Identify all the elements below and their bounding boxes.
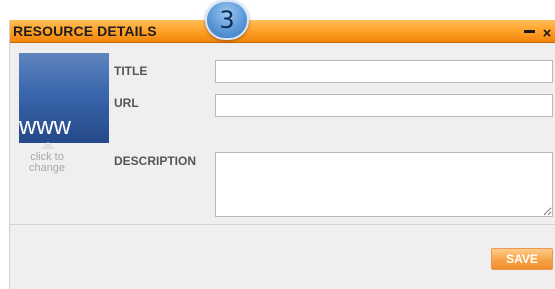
title-label: TITLE bbox=[114, 64, 148, 78]
resource-thumbnail[interactable]: www bbox=[19, 53, 109, 143]
footer-divider bbox=[10, 224, 555, 225]
caret-up-icon bbox=[41, 142, 55, 149]
save-button[interactable]: SAVE bbox=[491, 248, 553, 270]
url-input[interactable] bbox=[215, 94, 553, 117]
description-label: DESCRIPTION bbox=[114, 154, 197, 168]
description-textarea[interactable] bbox=[215, 152, 553, 217]
window-titlebar[interactable]: RESOURCE DETAILS × bbox=[10, 20, 555, 43]
window-title: RESOURCE DETAILS bbox=[13, 23, 157, 39]
window-controls: × bbox=[523, 22, 553, 43]
click-to-change-link[interactable]: click to change bbox=[27, 152, 67, 174]
url-label: URL bbox=[114, 96, 139, 110]
thumbnail-www-text: www bbox=[19, 113, 71, 140]
minimize-icon[interactable] bbox=[523, 22, 537, 38]
close-icon[interactable]: × bbox=[541, 25, 553, 42]
title-input[interactable] bbox=[215, 60, 553, 83]
step-number-badge: 3 bbox=[205, 0, 249, 40]
